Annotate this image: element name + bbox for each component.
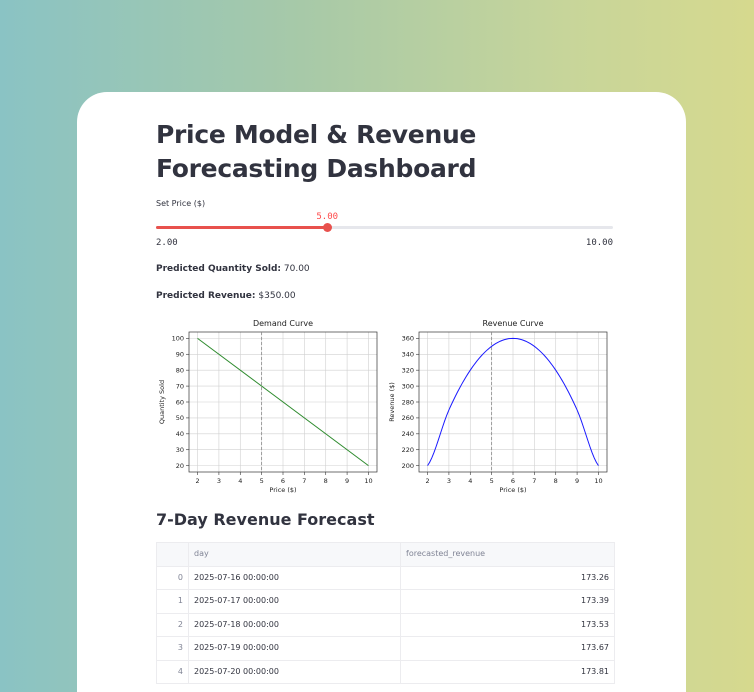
y-tick-label: 220 — [402, 446, 414, 454]
x-tick-label: 5 — [490, 477, 494, 485]
y-tick-label: 300 — [402, 382, 414, 390]
x-tick-label: 4 — [238, 477, 242, 485]
revenue-curve-chart: Revenue Curve 2 3 4 5 6 7 8 9 10 200 220 240 260 280 30… — [386, 314, 616, 494]
revenue-cell[interactable]: 173.67 — [401, 637, 614, 660]
chart-title: Revenue Curve — [483, 319, 544, 328]
y-tick-label: 50 — [176, 414, 184, 422]
x-axis-label: Price ($) — [269, 486, 296, 494]
x-tick-label: 3 — [447, 477, 451, 485]
day-cell[interactable]: 2025-07-18 00:00:00 — [189, 613, 401, 636]
predicted-revenue-label: Predicted Revenue: — [156, 291, 256, 301]
column-header-forecasted-revenue[interactable]: forecasted_revenue — [401, 543, 614, 566]
price-slider-min: 2.00 — [156, 238, 178, 248]
revenue-cell[interactable]: 173.26 — [401, 567, 614, 590]
y-tick-label: 30 — [176, 446, 184, 454]
predicted-quantity-label: Predicted Quantity Sold: — [156, 264, 282, 274]
dashboard-card: Price Model & Revenue Forecasting Dashbo… — [77, 92, 686, 692]
table-row[interactable]: 0 2025-07-16 00:00:00 173.26 — [157, 565, 614, 590]
page-title: Price Model & Revenue Forecasting Dashbo… — [156, 120, 477, 183]
y-axis-label: Revenue ($) — [388, 382, 396, 422]
day-cell[interactable]: 2025-07-19 00:00:00 — [189, 637, 401, 660]
row-index: 1 — [157, 590, 189, 613]
x-tick-label: 7 — [302, 477, 306, 485]
predicted-quantity: Predicted Quantity Sold: 70.00 — [156, 264, 310, 274]
table-row[interactable]: 4 2025-07-20 00:00:00 173.81 — [157, 659, 614, 684]
y-tick-label: 80 — [176, 366, 184, 374]
table-row[interactable]: 2 2025-07-18 00:00:00 173.53 — [157, 612, 614, 637]
revenue-cell[interactable]: 173.53 — [401, 614, 614, 637]
x-tick-label: 10 — [594, 477, 602, 485]
column-header-index[interactable] — [157, 543, 189, 566]
y-tick-label: 90 — [176, 351, 184, 359]
price-slider-value: 5.00 — [316, 212, 339, 222]
y-tick-label: 20 — [176, 462, 184, 470]
x-tick-label: 3 — [217, 477, 221, 485]
predicted-quantity-value: 70.00 — [283, 264, 310, 274]
y-tick-label: 40 — [176, 430, 184, 438]
predicted-revenue-value: $350.00 — [258, 291, 296, 301]
x-tick-label: 7 — [532, 477, 536, 485]
y-tick-label: 360 — [402, 335, 414, 343]
x-tick-label: 9 — [345, 477, 349, 485]
y-tick-label: 280 — [402, 398, 414, 406]
price-slider[interactable] — [156, 223, 613, 232]
demand-curve-svg: Demand Curve 2 3 4 5 6 7 8 9 10 20 30 40 50 60 70 80 90 10… — [158, 319, 378, 494]
price-slider-thumb[interactable] — [322, 223, 332, 232]
x-tick-label: 4 — [468, 477, 472, 485]
y-tick-label: 240 — [402, 430, 414, 438]
y-tick-label: 260 — [402, 414, 414, 422]
day-cell[interactable]: 2025-07-17 00:00:00 — [189, 590, 401, 613]
x-tick-label: 10 — [364, 477, 372, 485]
price-slider-max: 10.00 — [585, 238, 613, 248]
y-axis-label: Quantity Sold — [158, 380, 166, 424]
x-tick-label: 6 — [281, 477, 285, 485]
price-slider-label: Set Price ($) — [156, 199, 206, 208]
price-slider-fill — [156, 226, 328, 229]
x-tick-label: 8 — [554, 477, 558, 485]
y-tick-label: 70 — [176, 382, 184, 390]
row-index: 4 — [157, 660, 189, 683]
forecast-title: 7-Day Revenue Forecast — [156, 510, 375, 529]
x-tick-label: 9 — [575, 477, 579, 485]
y-tick-label: 100 — [172, 335, 184, 343]
x-tick-label: 2 — [425, 477, 429, 485]
predicted-revenue: Predicted Revenue: $350.00 — [156, 291, 296, 301]
row-index: 0 — [157, 566, 189, 589]
x-tick-label: 8 — [324, 477, 328, 485]
y-tick-label: 200 — [402, 462, 414, 470]
y-tick-label: 60 — [176, 398, 184, 406]
table-row[interactable]: 3 2025-07-19 00:00:00 173.67 — [157, 636, 614, 660]
y-tick-label: 320 — [402, 366, 414, 374]
table-header-row: day forecasted_revenue — [157, 543, 614, 566]
day-cell[interactable]: 2025-07-20 00:00:00 — [189, 660, 401, 683]
revenue-cell[interactable]: 173.39 — [401, 590, 614, 613]
forecast-table[interactable]: day forecasted_revenue 0 2025-07-16 00:0… — [156, 542, 615, 684]
row-index: 2 — [157, 613, 189, 636]
row-index: 3 — [157, 637, 189, 660]
x-axis-label: Price ($) — [499, 486, 526, 494]
table-row[interactable]: 1 2025-07-17 00:00:00 173.39 — [157, 589, 614, 613]
x-tick-label: 2 — [195, 477, 199, 485]
revenue-cell[interactable]: 173.81 — [401, 661, 614, 684]
y-tick-label: 340 — [402, 351, 414, 359]
x-tick-label: 6 — [511, 477, 515, 485]
chart-title: Demand Curve — [253, 319, 313, 328]
day-cell[interactable]: 2025-07-16 00:00:00 — [189, 566, 401, 589]
x-tick-label: 5 — [260, 477, 264, 485]
revenue-curve-svg: Revenue Curve 2 3 4 5 6 7 8 9 10 200 220 240 260 280 30… — [388, 319, 608, 494]
column-header-day[interactable]: day — [189, 543, 401, 566]
demand-curve-chart: Demand Curve 2 3 4 5 6 7 8 9 10 20 30 40 50 60 70 80 90 10… — [156, 314, 386, 494]
